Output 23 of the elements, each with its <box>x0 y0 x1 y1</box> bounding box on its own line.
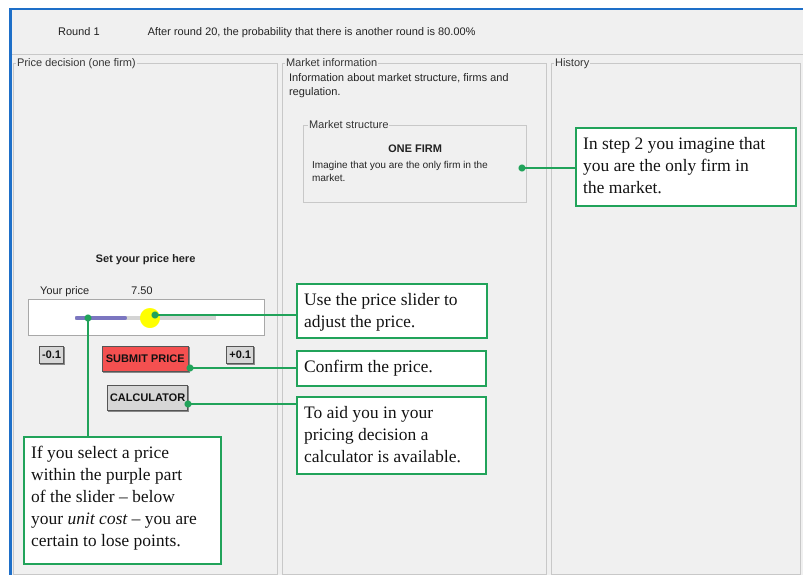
annotation-callout: Confirm the price. <box>296 350 487 387</box>
market-intro: Information about market structure, firms and regulation. <box>289 71 510 99</box>
price-label: Your price <box>40 285 90 297</box>
annotation-callout: If you select a price within the purple part of the slider – below your unit cost – you are certain to lose points. <box>23 436 222 565</box>
structure-heading: ONE FIRM <box>387 143 443 155</box>
price-value: 7.50 <box>131 285 153 297</box>
leader-line <box>518 164 575 172</box>
panel-title: History <box>554 57 590 69</box>
annotation-callout: Use the price slider to adjust the price. <box>296 283 488 339</box>
probability-message: After round 20, the probability that there is another round is 80.00% <box>148 26 476 38</box>
annotation-callout: To aid you in your pricing decision a calculator is available. <box>296 396 487 475</box>
calculator-button[interactable]: CALCULATOR <box>106 385 188 411</box>
structure-description: Imagine that you are the only firm in the market. <box>312 159 489 185</box>
slider-thumb[interactable] <box>140 308 160 328</box>
panel-title: Price decision (one firm) <box>16 57 137 69</box>
annotation-callout: In step 2 you imagine that you are the only firm in the market. <box>575 127 797 207</box>
box-title: Market structure <box>308 119 390 131</box>
panel-title: Market information <box>285 57 378 69</box>
submit-price-button[interactable]: SUBMIT PRICE <box>102 346 189 372</box>
round-label: Round 1 <box>58 26 100 38</box>
increase-button[interactable]: +0.1 <box>226 346 254 364</box>
decrease-button[interactable]: -0.1 <box>39 346 64 364</box>
slider-heading: Set your price here <box>96 253 196 265</box>
